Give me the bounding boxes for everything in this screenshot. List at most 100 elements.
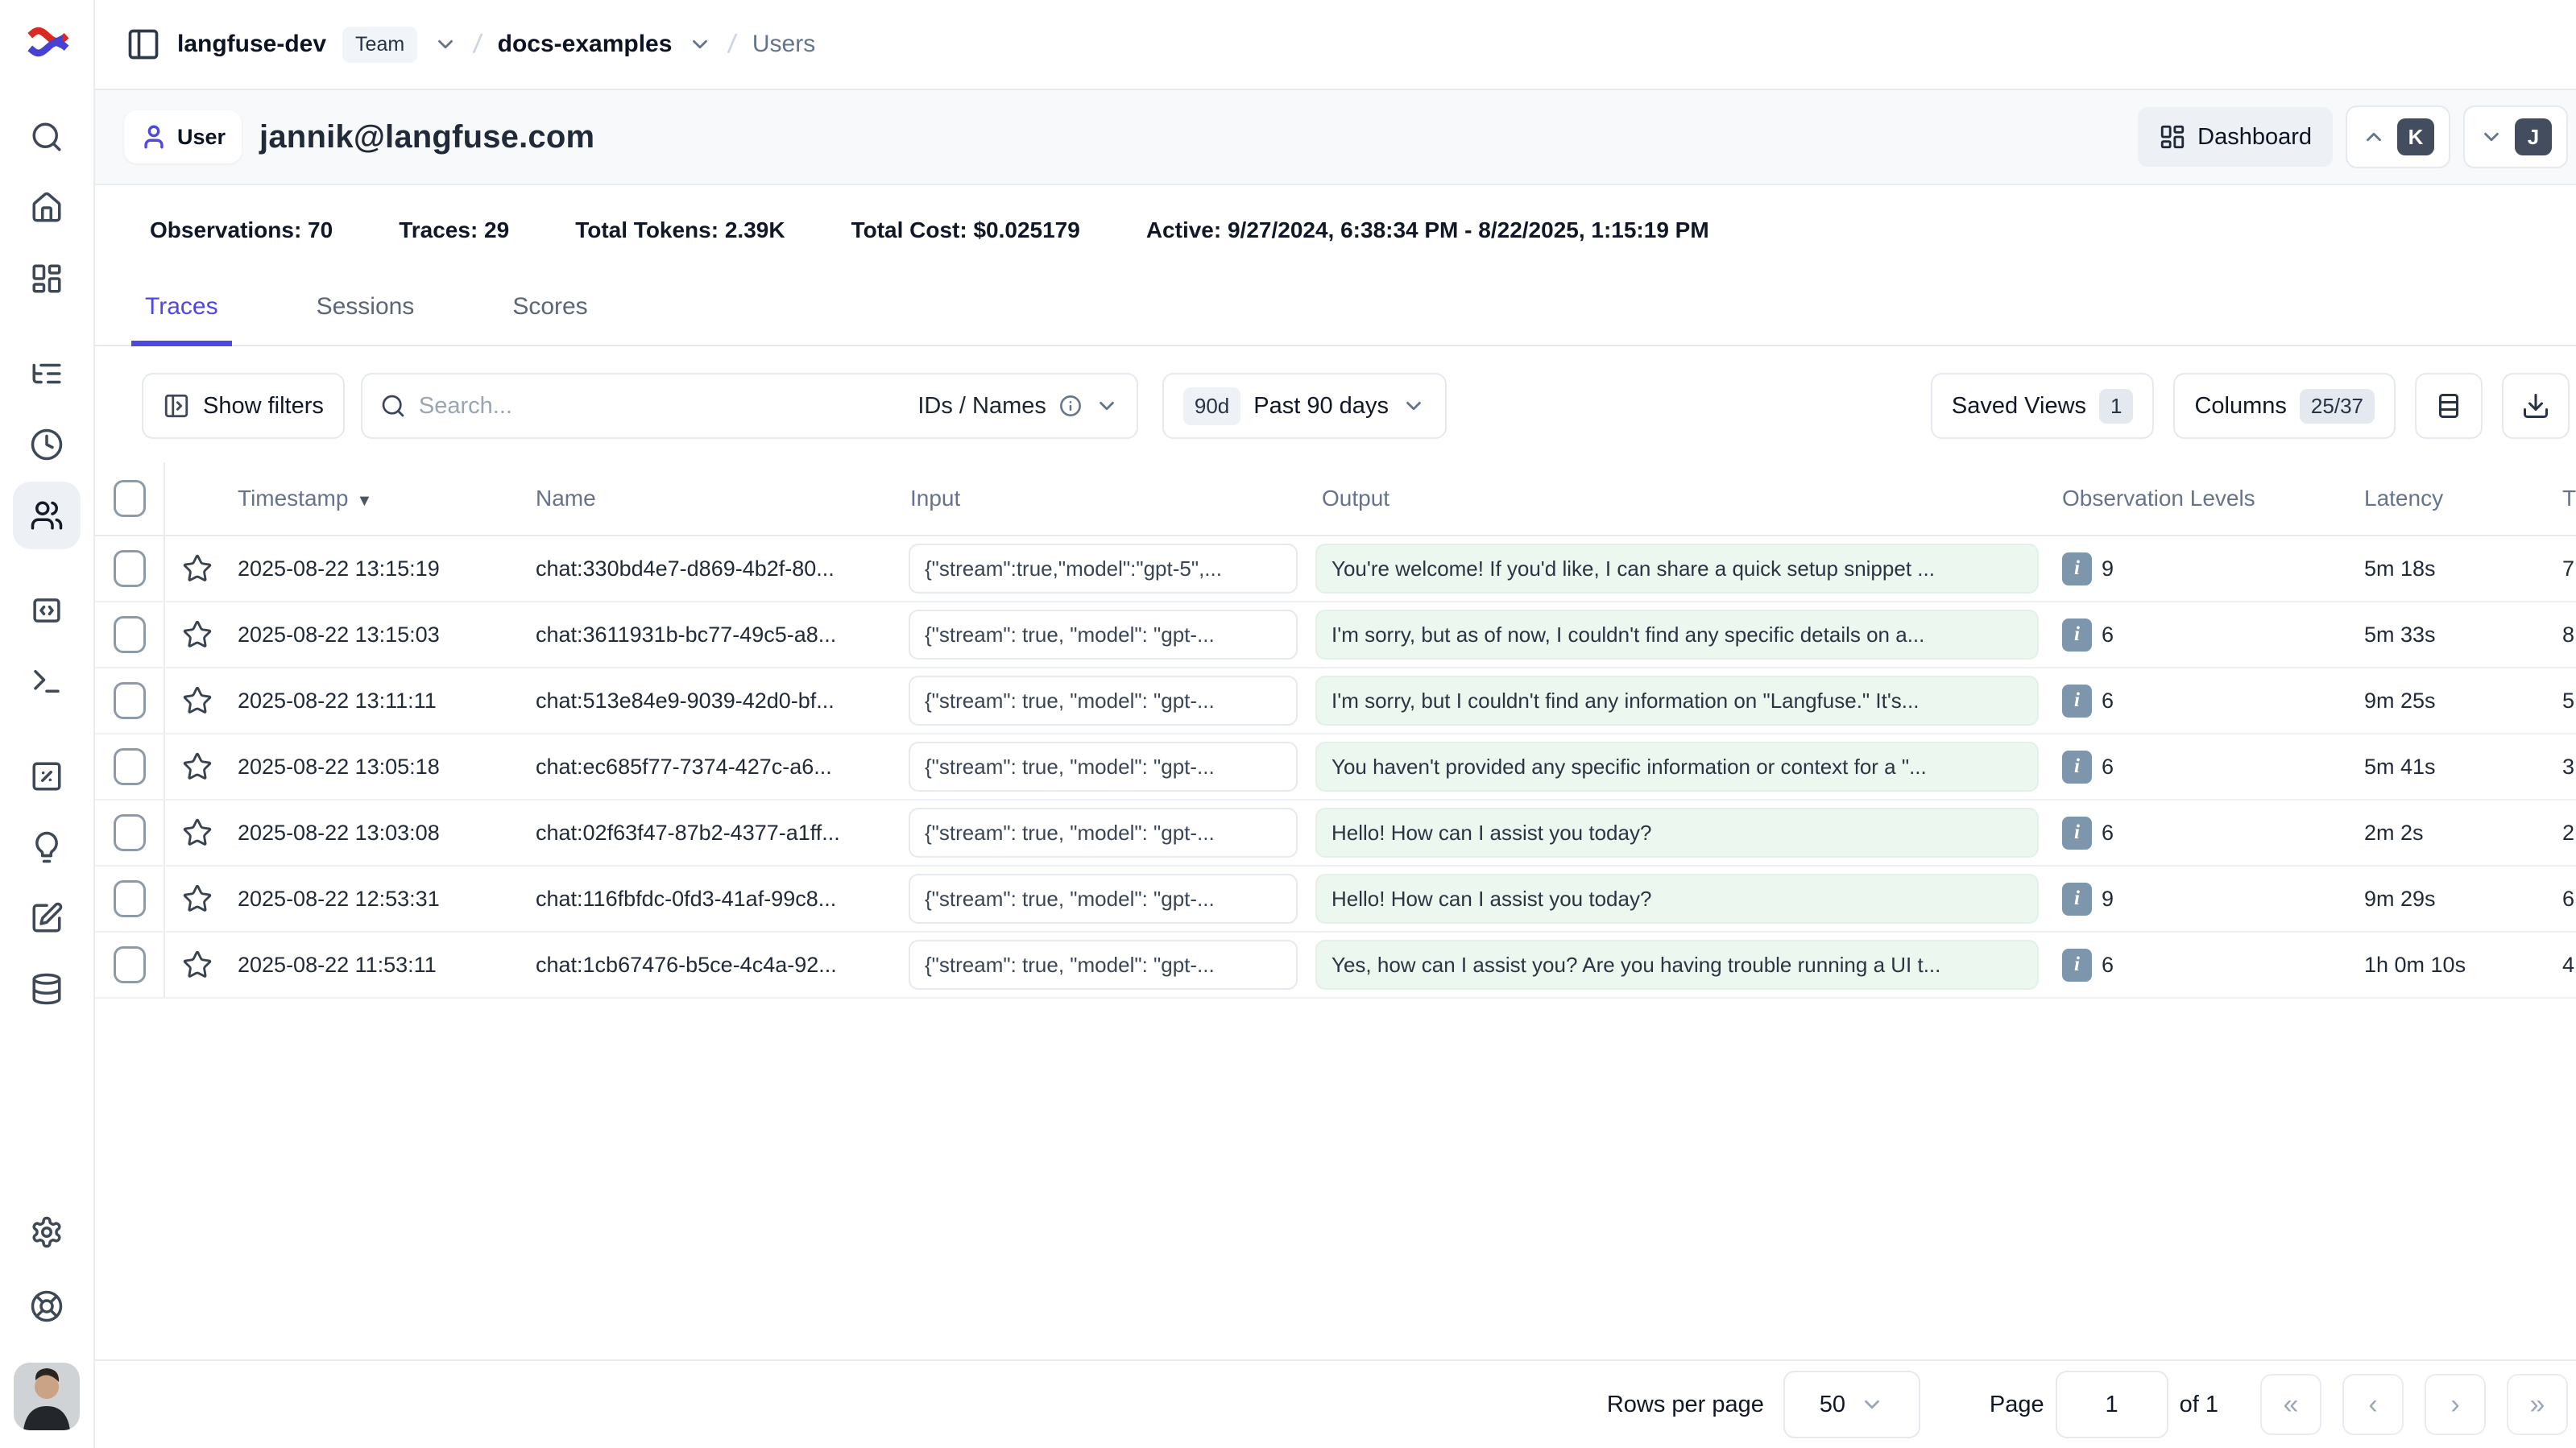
column-header-input[interactable]: Input	[902, 486, 1309, 511]
cell-output-preview[interactable]: Hello! How can I assist you today?	[1315, 874, 2039, 924]
sidebar-item-support[interactable]	[30, 1289, 64, 1323]
bookmark-star-icon[interactable]	[165, 949, 230, 980]
column-header-output[interactable]: Output	[1309, 486, 2050, 511]
select-all-checkbox[interactable]	[114, 480, 146, 517]
table-row[interactable]: 2025-08-22 13:03:08 chat:02f63f47-87b2-4…	[95, 801, 2576, 867]
table-row[interactable]: 2025-08-22 12:53:31 chat:116fbfdc-0fd3-4…	[95, 867, 2576, 933]
table-row[interactable]: 2025-08-22 13:15:03 chat:3611931b-bc77-4…	[95, 602, 2576, 668]
cell-output-preview[interactable]: I'm sorry, but as of now, I couldn't fin…	[1315, 610, 2039, 660]
row-checkbox[interactable]	[114, 616, 146, 653]
search-box: IDs / Names	[361, 373, 1138, 439]
top-bar: langfuse-dev Team / docs-examples / User…	[95, 0, 2576, 90]
row-height-button[interactable]	[2415, 373, 2483, 439]
cell-input-preview[interactable]: {"stream": true, "model": "gpt-...	[909, 874, 1298, 924]
sidebar-item-home[interactable]	[30, 191, 64, 225]
row-checkbox[interactable]	[114, 682, 146, 719]
search-scope-label[interactable]: IDs / Names	[917, 393, 1046, 420]
next-page-button[interactable]: ›	[2425, 1374, 2486, 1435]
rows-per-page-select[interactable]: 50	[1783, 1371, 1920, 1438]
sidebar-item-dashboards[interactable]	[30, 262, 64, 296]
sidebar-item-sessions[interactable]	[30, 428, 64, 461]
columns-button[interactable]: Columns 25/37	[2173, 373, 2396, 439]
page-number-input[interactable]	[2056, 1371, 2168, 1438]
sidebar-item-evaluation[interactable]	[30, 759, 64, 793]
cell-input-preview[interactable]: {"stream": true, "model": "gpt-...	[909, 940, 1298, 990]
bookmark-star-icon[interactable]	[165, 883, 230, 914]
sidebar-item-tracing[interactable]	[30, 357, 64, 391]
date-range-picker[interactable]: 90d Past 90 days	[1162, 373, 1447, 439]
sidebar-item-datasets[interactable]	[30, 972, 64, 1006]
search-input[interactable]	[419, 393, 905, 420]
cell-output-preview[interactable]: Hello! How can I assist you today?	[1315, 808, 2039, 858]
tab-sessions[interactable]: Sessions	[304, 293, 427, 345]
cell-trace-name[interactable]: chat:330bd4e7-d869-4b2f-80...	[528, 556, 902, 581]
cell-trace-name[interactable]: chat:1cb67476-b5ce-4c4a-92...	[528, 953, 902, 978]
row-checkbox[interactable]	[114, 946, 146, 983]
langfuse-logo-icon[interactable]	[22, 18, 72, 72]
cell-output-preview[interactable]: Yes, how can I assist you? Are you havin…	[1315, 940, 2039, 990]
cell-trace-name[interactable]: chat:116fbfdc-0fd3-41af-99c8...	[528, 887, 902, 912]
row-checkbox[interactable]	[114, 550, 146, 587]
sidebar-item-prompts[interactable]	[30, 594, 64, 627]
cell-output-preview[interactable]: You haven't provided any specific inform…	[1315, 742, 2039, 792]
sidebar-item-settings[interactable]	[30, 1215, 64, 1249]
sidebar	[0, 0, 95, 1448]
breadcrumb-org[interactable]: langfuse-dev	[177, 31, 326, 58]
saved-views-button[interactable]: Saved Views 1	[1931, 373, 2155, 439]
sidebar-item-insights[interactable]	[30, 830, 64, 864]
cell-trace-name[interactable]: chat:02f63f47-87b2-4377-a1ff...	[528, 821, 902, 846]
previous-user-button[interactable]: K	[2346, 105, 2450, 168]
next-user-button[interactable]: J	[2463, 105, 2568, 168]
cell-input-preview[interactable]: {"stream":true,"model":"gpt-5",...	[909, 544, 1298, 594]
sidebar-item-playground[interactable]	[30, 664, 64, 698]
cell-trace-name[interactable]: chat:513e84e9-9039-42d0-bf...	[528, 689, 902, 714]
bookmark-star-icon[interactable]	[165, 619, 230, 650]
dashboard-button[interactable]: Dashboard	[2138, 107, 2333, 167]
table-row[interactable]: 2025-08-22 13:15:19 chat:330bd4e7-d869-4…	[95, 536, 2576, 602]
info-level-icon: i	[2062, 619, 2092, 652]
cell-input-preview[interactable]: {"stream": true, "model": "gpt-...	[909, 610, 1298, 660]
export-button[interactable]	[2502, 373, 2570, 439]
shortcut-key-j: J	[2515, 118, 2552, 155]
row-checkbox[interactable]	[114, 880, 146, 917]
chevron-down-icon[interactable]	[1095, 394, 1119, 418]
column-header-total[interactable]: T	[2557, 486, 2576, 511]
chevron-down-icon[interactable]	[688, 32, 712, 56]
user-avatar[interactable]	[14, 1363, 80, 1430]
sidebar-item-search[interactable]	[30, 120, 64, 154]
column-header-observation-levels[interactable]: Observation Levels	[2050, 486, 2356, 511]
bookmark-star-icon[interactable]	[165, 685, 230, 716]
previous-page-button[interactable]: ‹	[2342, 1374, 2404, 1435]
last-page-button[interactable]: »	[2507, 1374, 2568, 1435]
cell-input-preview[interactable]: {"stream": true, "model": "gpt-...	[909, 808, 1298, 858]
column-header-name[interactable]: Name	[528, 486, 902, 511]
chevron-down-icon[interactable]	[433, 32, 458, 56]
table-row[interactable]: 2025-08-22 13:11:11 chat:513e84e9-9039-4…	[95, 668, 2576, 734]
tab-scores[interactable]: Scores	[500, 293, 599, 345]
bookmark-star-icon[interactable]	[165, 553, 230, 584]
cell-output-preview[interactable]: I'm sorry, but I couldn't find any infor…	[1315, 676, 2039, 726]
bookmark-star-icon[interactable]	[165, 817, 230, 848]
cell-input-preview[interactable]: {"stream": true, "model": "gpt-...	[909, 676, 1298, 726]
column-header-latency[interactable]: Latency	[2356, 486, 2557, 511]
info-icon[interactable]	[1059, 395, 1082, 417]
bookmark-star-icon[interactable]	[165, 751, 230, 782]
column-header-timestamp[interactable]: Timestamp▼	[230, 486, 528, 511]
cell-output-preview[interactable]: You're welcome! If you'd like, I can sha…	[1315, 544, 2039, 594]
sidebar-item-annotation[interactable]	[30, 901, 64, 935]
row-checkbox[interactable]	[114, 748, 146, 785]
table-row[interactable]: 2025-08-22 13:05:18 chat:ec685f77-7374-4…	[95, 734, 2576, 801]
table-body: 2025-08-22 13:15:19 chat:330bd4e7-d869-4…	[95, 536, 2576, 999]
cell-trace-name[interactable]: chat:3611931b-bc77-49c5-a8...	[528, 623, 902, 647]
observation-count: 9	[2102, 887, 2114, 912]
sidebar-item-users[interactable]	[13, 482, 81, 549]
table-row[interactable]: 2025-08-22 11:53:11 chat:1cb67476-b5ce-4…	[95, 933, 2576, 999]
tab-traces[interactable]: Traces	[133, 293, 230, 345]
first-page-button[interactable]: «	[2260, 1374, 2321, 1435]
sidebar-toggle-icon[interactable]	[126, 27, 161, 62]
cell-input-preview[interactable]: {"stream": true, "model": "gpt-...	[909, 742, 1298, 792]
breadcrumb-project[interactable]: docs-examples	[498, 31, 673, 58]
cell-trace-name[interactable]: chat:ec685f77-7374-427c-a6...	[528, 755, 902, 780]
row-checkbox[interactable]	[114, 814, 146, 851]
show-filters-button[interactable]: Show filters	[142, 373, 345, 439]
